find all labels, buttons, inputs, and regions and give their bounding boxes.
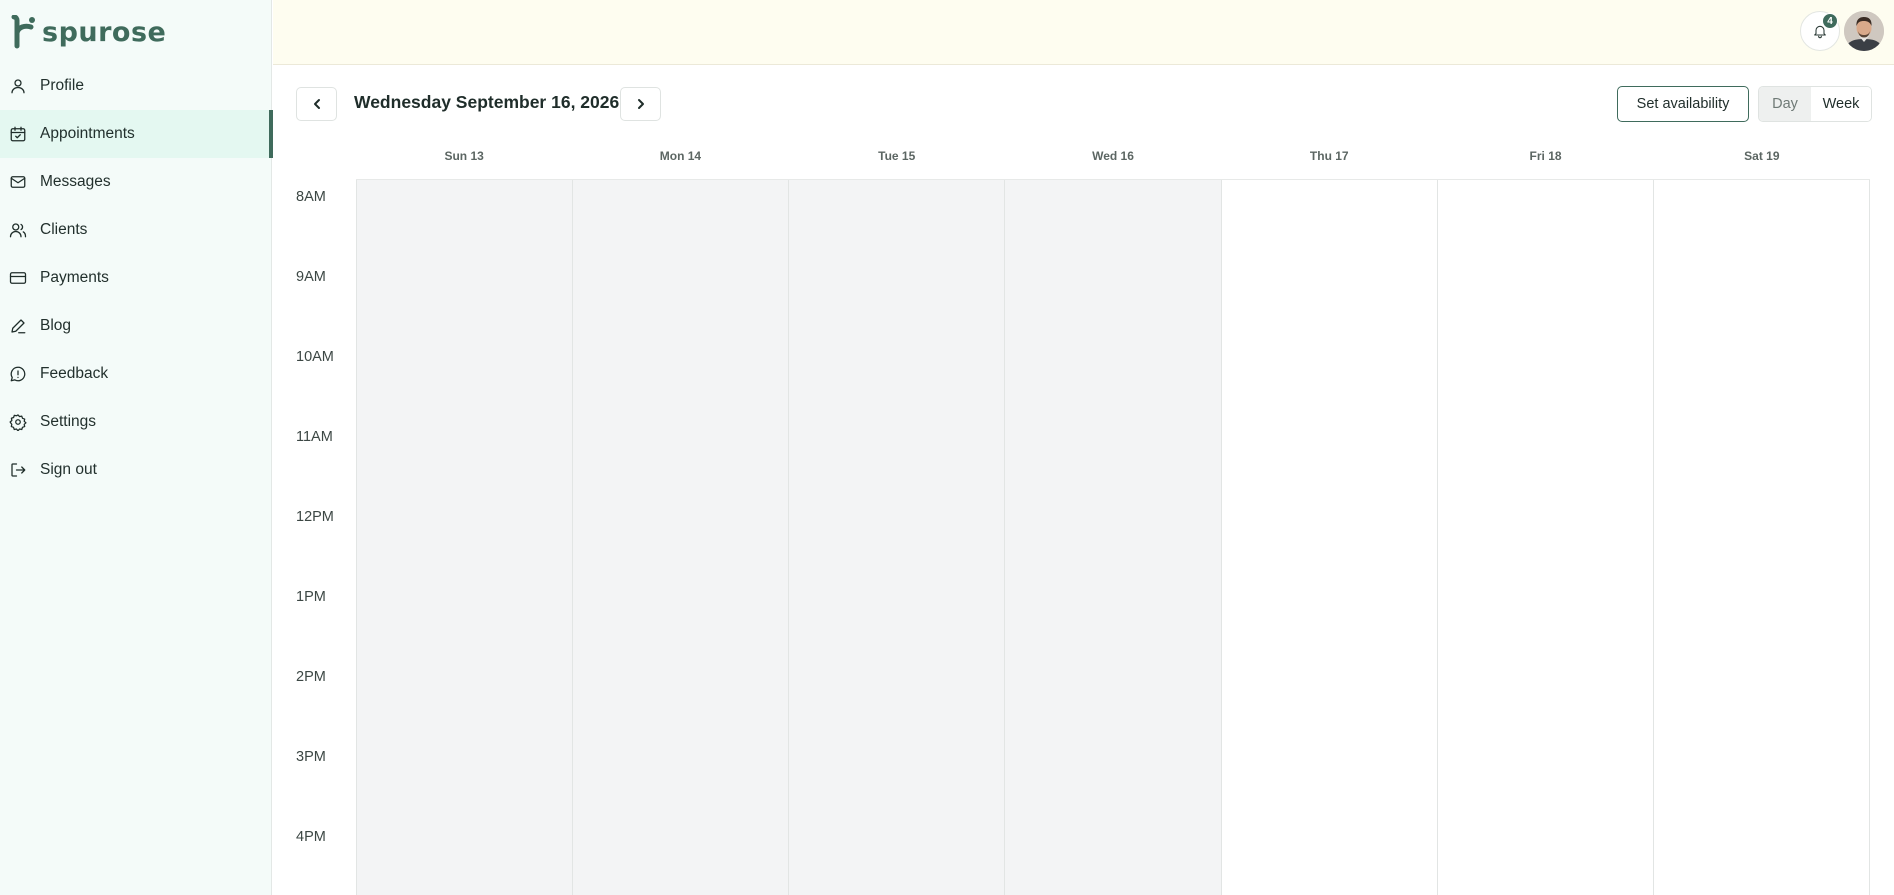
day-header-mon: Mon 14 (659, 149, 702, 163)
sidebar-item-payments[interactable]: Payments (0, 254, 272, 302)
next-week-button[interactable] (620, 87, 661, 121)
calendar-icon (9, 125, 27, 143)
sidebar-item-label: Clients (40, 221, 88, 238)
gear-icon (9, 413, 27, 431)
view-day-button[interactable]: Day (1759, 87, 1811, 121)
day-header-tue: Tue 15 (878, 149, 916, 163)
day-header-sun: Sun 13 (444, 149, 484, 163)
sidebar-item-clients[interactable]: Clients (0, 206, 272, 254)
day-header-fri: Fri 18 (1529, 149, 1562, 163)
sidebar-item-appointments[interactable]: Appointments (0, 110, 273, 158)
day-column-mon[interactable] (573, 180, 790, 895)
day-headers: Sun 13 Mon 14 Tue 15 Wed 16 Thu 17 Fri 1… (356, 149, 1870, 165)
message-alert-icon (9, 365, 27, 383)
chevron-right-icon (637, 99, 644, 109)
sidebar-item-label: Profile (40, 77, 84, 94)
sidebar-item-label: Appointments (40, 125, 135, 142)
day-column-thu[interactable] (1222, 180, 1438, 895)
time-label: 10AM (296, 349, 334, 365)
week-grid (356, 179, 1870, 895)
pen-icon (9, 317, 27, 335)
day-header-thu: Thu 17 (1309, 149, 1349, 163)
view-toggle: Day Week (1758, 86, 1872, 122)
time-label: 8AM (296, 189, 326, 205)
top-bar: 4 (273, 0, 1894, 65)
sidebar-item-label: Payments (40, 269, 109, 286)
sidebar-item-settings[interactable]: Settings (0, 398, 272, 446)
time-label: 9AM (296, 269, 326, 285)
credit-card-icon (9, 269, 27, 287)
sidebar-nav: Profile Appointments Messages Clients Pa… (0, 62, 273, 494)
sidebar-item-label: Settings (40, 413, 97, 430)
day-column-fri[interactable] (1438, 180, 1654, 895)
sidebar-item-feedback[interactable]: Feedback (0, 350, 272, 398)
day-column-tue[interactable] (789, 180, 1006, 895)
notification-count-badge: 4 (1822, 13, 1838, 29)
chevron-left-icon (313, 99, 320, 109)
sidebar-item-blog[interactable]: Blog (0, 302, 272, 350)
user-avatar-photo (1844, 11, 1884, 51)
brand-name: spurose (42, 16, 167, 48)
sidebar-item-messages[interactable]: Messages (0, 158, 272, 206)
time-label: 3PM (296, 749, 326, 765)
sidebar-item-profile[interactable]: Profile (0, 62, 272, 110)
day-header-wed: Wed 16 (1092, 149, 1134, 163)
day-header-sat: Sat 19 (1744, 149, 1780, 163)
sidebar-item-label: Sign out (40, 461, 97, 478)
set-availability-button[interactable]: Set availability (1617, 86, 1749, 122)
day-column-sun[interactable] (356, 180, 574, 895)
time-label: 4PM (296, 829, 326, 845)
time-label: 1PM (296, 589, 326, 605)
sidebar-item-label: Blog (40, 317, 72, 334)
time-label: 11AM (296, 429, 333, 445)
logo-mark-icon (11, 15, 35, 49)
time-label: 2PM (296, 669, 326, 685)
brand-logo[interactable]: spurose (8, 14, 166, 50)
sign-out-icon (9, 461, 27, 479)
mail-icon (9, 173, 27, 191)
sidebar-item-label: Messages (40, 173, 111, 190)
day-column-wed[interactable] (1005, 180, 1222, 895)
day-column-sat[interactable] (1654, 180, 1870, 895)
view-week-button[interactable]: Week (1811, 87, 1871, 121)
sidebar: spurose Profile Appointments Messages Cl… (0, 0, 273, 895)
previous-week-button[interactable] (296, 87, 337, 121)
time-label: 12PM (296, 509, 334, 525)
current-date-title: Wednesday September 16, 2026 (354, 92, 620, 112)
sidebar-item-sign-out[interactable]: Sign out (0, 446, 272, 494)
avatar[interactable] (1844, 11, 1884, 51)
user-icon (9, 77, 27, 95)
users-icon (9, 221, 27, 239)
sidebar-item-label: Feedback (40, 365, 109, 382)
